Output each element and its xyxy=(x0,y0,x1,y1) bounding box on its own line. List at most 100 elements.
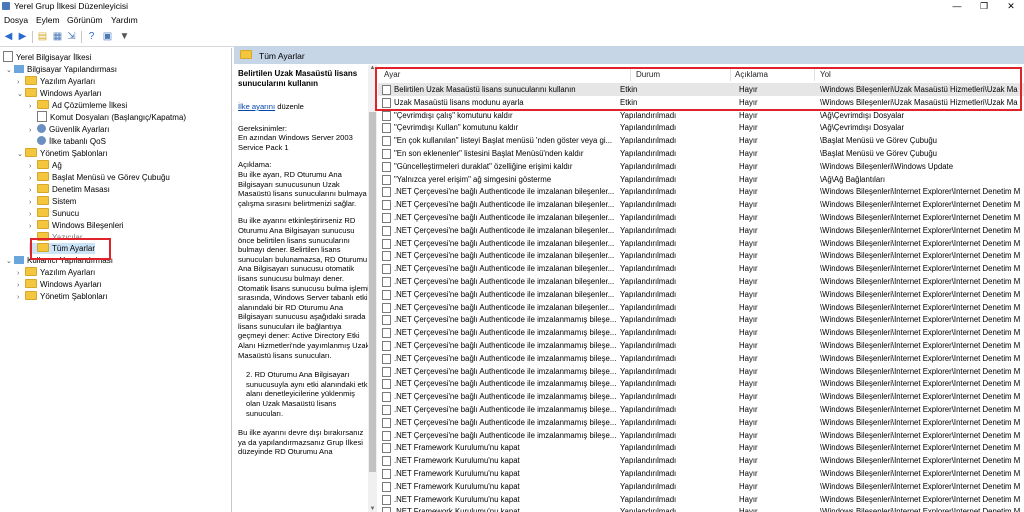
menu-yardim[interactable]: Yardım xyxy=(111,15,138,25)
table-row[interactable]: .NET Çerçevesi'ne bağlı Authenticode ile… xyxy=(378,262,1024,275)
table-row[interactable]: .NET Çerçevesi'ne bağlı Authenticode ile… xyxy=(378,301,1024,314)
menu-dosya[interactable]: Dosya xyxy=(4,15,28,25)
chevron-down-icon[interactable]: ⌄ xyxy=(17,149,25,160)
table-row[interactable]: .NET Çerçevesi'ne bağlı Authenticode ile… xyxy=(378,352,1024,365)
tree-scripts[interactable]: Komut Dosyaları (Başlangıç/Kapatma) xyxy=(29,111,186,123)
policy-setting-icon xyxy=(382,225,391,236)
setting-comment: Hayır xyxy=(739,225,758,235)
close-button[interactable]: ✕ xyxy=(1002,1,1020,12)
table-row[interactable]: "Güncelleştirmeleri duraklat" özelliğine… xyxy=(378,160,1024,173)
setting-comment: Hayır xyxy=(739,174,758,184)
table-row[interactable]: .NET Çerçevesi'ne bağlı Authenticode ile… xyxy=(378,326,1024,339)
chevron-right-icon[interactable]: › xyxy=(17,77,25,88)
table-row[interactable]: .NET Framework Kurulumu'nu kapat Yapıland… xyxy=(378,454,1024,467)
table-row[interactable]: .NET Çerçevesi'ne bağlı Authenticode ile… xyxy=(378,416,1024,429)
help-icon[interactable]: ? xyxy=(86,31,97,42)
tree-user-windows[interactable]: › Windows Ayarları xyxy=(17,279,102,290)
tree-qos[interactable]: İlke tabanlı QoS xyxy=(29,136,106,147)
chevron-right-icon[interactable]: › xyxy=(29,197,37,208)
table-row[interactable]: .NET Çerçevesi'ne bağlı Authenticode ile… xyxy=(378,185,1024,198)
folder-icon xyxy=(25,76,37,86)
chevron-down-icon[interactable]: ⌄ xyxy=(6,65,14,76)
setting-name: .NET Framework Kurulumu'nu kapat xyxy=(394,456,520,466)
tree-network[interactable]: › Ağ xyxy=(29,160,62,171)
edit-policy-link[interactable]: İlke ayarını xyxy=(238,102,275,111)
tree-user-admin[interactable]: › Yönetim Şablonları xyxy=(17,291,108,302)
tree-windows-components[interactable]: › Windows Bileşenleri xyxy=(29,220,124,231)
tree-root[interactable]: Yerel Bilgisayar İlkesi xyxy=(3,51,91,63)
tree-server[interactable]: › Sunucu xyxy=(29,208,79,219)
filter-icon[interactable]: ▼ xyxy=(119,31,130,42)
chevron-right-icon[interactable]: › xyxy=(17,268,25,279)
scroll-thumb[interactable] xyxy=(369,112,376,472)
setting-name: .NET Çerçevesi'ne bağlı Authenticode ile… xyxy=(394,264,615,274)
tree-system[interactable]: › Sistem xyxy=(29,196,76,207)
table-row[interactable]: .NET Framework Kurulumu'nu kapat Yapıland… xyxy=(378,505,1024,512)
table-row[interactable]: .NET Çerçevesi'ne bağlı Authenticode ile… xyxy=(378,403,1024,416)
table-row[interactable]: .NET Çerçevesi'ne bağlı Authenticode ile… xyxy=(378,224,1024,237)
properties-icon[interactable]: ▣ xyxy=(102,31,113,42)
scroll-down-icon[interactable]: ▼ xyxy=(368,506,377,512)
table-row[interactable]: "En son eklenenler" listesini Başlat Men… xyxy=(378,147,1024,160)
table-row[interactable]: .NET Çerçevesi'ne bağlı Authenticode ile… xyxy=(378,339,1024,352)
setting-path: \Windows Bileşenleri\Internet Explorer\I… xyxy=(820,494,1021,504)
table-row[interactable]: .NET Framework Kurulumu'nu kapat Yapıland… xyxy=(378,480,1024,493)
chevron-right-icon[interactable]: › xyxy=(29,125,37,136)
table-row[interactable]: "Çevrimdışı Kullan" komutunu kaldır Yapıl… xyxy=(378,121,1024,134)
table-row[interactable]: "En çok kullanılan" listeyi Başlat menüs… xyxy=(378,134,1024,147)
table-row[interactable]: .NET Çerçevesi'ne bağlı Authenticode ile… xyxy=(378,275,1024,288)
restore-button[interactable]: ❐ xyxy=(975,1,993,12)
table-row[interactable]: .NET Framework Kurulumu'nu kapat Yapıland… xyxy=(378,493,1024,506)
table-row[interactable]: .NET Çerçevesi'ne bağlı Authenticode ile… xyxy=(378,288,1024,301)
chevron-right-icon[interactable]: › xyxy=(29,185,37,196)
tree-admin-templates[interactable]: ⌄ Yönetim Şablonları xyxy=(17,148,108,159)
tree-start-menu[interactable]: › Başlat Menüsü ve Görev Çubuğu xyxy=(29,172,170,183)
export-icon[interactable]: ⇲ xyxy=(66,31,77,42)
tree-computer-config[interactable]: ⌄ Bilgisayar Yapılandırması xyxy=(6,64,117,75)
table-row[interactable]: "Yalnızca yerel erişim" ağ simgesini gös… xyxy=(378,173,1024,186)
tree-control-panel[interactable]: › Denetim Masası xyxy=(29,184,110,195)
tree-user-software[interactable]: › Yazılım Ayarları xyxy=(17,267,95,278)
table-row[interactable]: .NET Çerçevesi'ne bağlı Authenticode ile… xyxy=(378,429,1024,442)
chevron-down-icon[interactable]: ⌄ xyxy=(17,89,25,100)
chevron-right-icon[interactable]: › xyxy=(29,161,37,172)
setting-path: \Windows Bileşenleri\Internet Explorer\I… xyxy=(820,417,1021,427)
setting-comment: Hayır xyxy=(739,481,758,491)
setting-path: \Ağ\Çevrimdışı Dosyalar xyxy=(820,123,905,133)
tree-windows-settings[interactable]: ⌄ Windows Ayarları xyxy=(17,88,102,99)
tree-software-settings[interactable]: › Yazılım Ayarları xyxy=(17,76,95,87)
table-row[interactable]: .NET Çerçevesi'ne bağlı Authenticode ile… xyxy=(378,211,1024,224)
tree-security-settings[interactable]: › Güvenlik Ayarları xyxy=(29,124,109,135)
policy-setting-icon xyxy=(382,251,391,262)
table-row[interactable]: .NET Çerçevesi'ne bağlı Authenticode ile… xyxy=(378,377,1024,390)
chevron-right-icon[interactable]: › xyxy=(29,173,37,184)
forward-icon[interactable]: ▶ xyxy=(17,31,28,42)
minimize-button[interactable]: — xyxy=(948,1,966,12)
table-row[interactable]: .NET Çerçevesi'ne bağlı Authenticode ile… xyxy=(378,390,1024,403)
policy-setting-icon xyxy=(382,392,391,403)
setting-status: Yapılandırılmadı xyxy=(620,187,677,197)
menu-gorunum[interactable]: Görünüm xyxy=(67,15,102,25)
setting-name: .NET Çerçevesi'ne bağlı Authenticode ile… xyxy=(394,315,617,325)
description-scrollbar[interactable]: ▲ ▼ xyxy=(368,65,377,512)
chevron-right-icon[interactable]: › xyxy=(29,221,37,232)
table-row[interactable]: .NET Çerçevesi'ne bağlı Authenticode ile… xyxy=(378,249,1024,262)
table-row[interactable]: .NET Framework Kurulumu'nu kapat Yapıland… xyxy=(378,467,1024,480)
setting-status: Yapılandırılmadı xyxy=(620,161,677,171)
table-row[interactable]: .NET Çerçevesi'ne bağlı Authenticode ile… xyxy=(378,237,1024,250)
table-row[interactable]: .NET Çerçevesi'ne bağlı Authenticode ile… xyxy=(378,198,1024,211)
show-tree-icon[interactable]: ▦ xyxy=(52,31,63,42)
up-folder-icon[interactable]: ▤ xyxy=(37,31,48,42)
chevron-right-icon[interactable]: › xyxy=(29,101,37,112)
menu-eylem[interactable]: Eylem xyxy=(36,15,60,25)
chevron-right-icon[interactable]: › xyxy=(29,209,37,220)
chevron-down-icon[interactable]: ⌄ xyxy=(6,256,14,267)
chevron-right-icon[interactable]: › xyxy=(17,280,25,291)
table-row[interactable]: .NET Çerçevesi'ne bağlı Authenticode ile… xyxy=(378,365,1024,378)
back-icon[interactable]: ◀ xyxy=(3,31,14,42)
table-row[interactable]: .NET Framework Kurulumu'nu kapat Yapıland… xyxy=(378,441,1024,454)
setting-status: Yapılandırılmadı xyxy=(620,379,677,389)
chevron-right-icon[interactable]: › xyxy=(17,292,25,303)
table-row[interactable]: .NET Çerçevesi'ne bağlı Authenticode ile… xyxy=(378,313,1024,326)
tree-name-resolution[interactable]: › Ad Çözümleme İlkesi xyxy=(29,100,127,111)
